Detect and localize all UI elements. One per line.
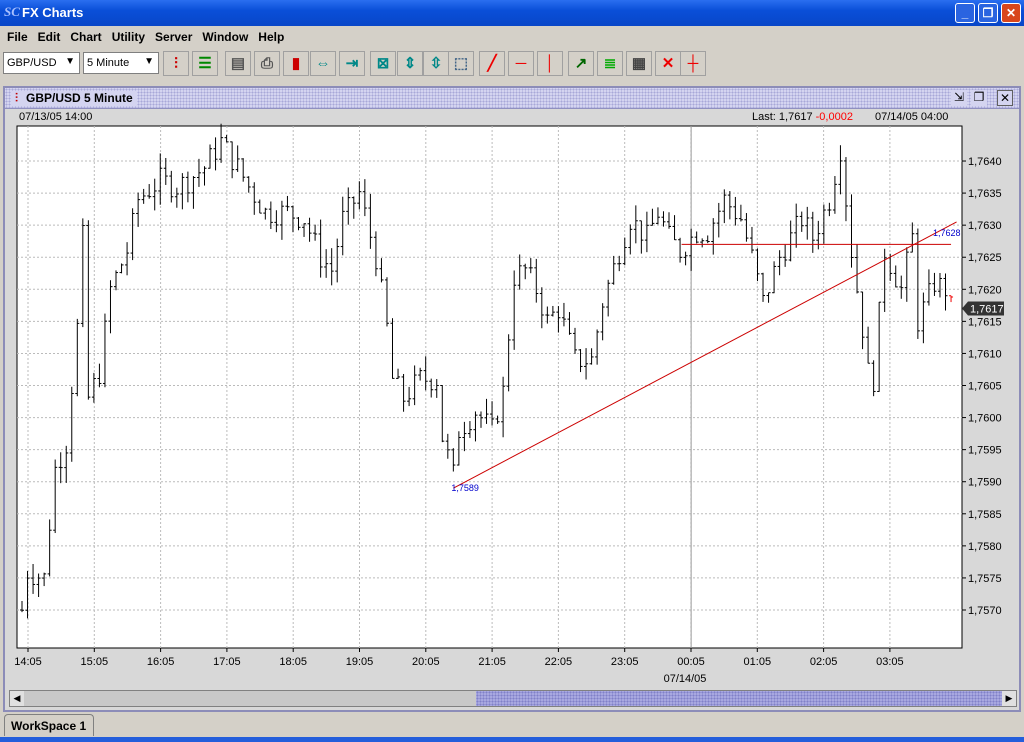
y-tick-label: 1,7615	[968, 316, 1002, 328]
y-tick-label: 1,7595	[968, 445, 1002, 457]
y-tick-label: 1,7580	[968, 541, 1002, 553]
last-price-marker-label: 1,7617	[970, 304, 1004, 316]
trend-start-label: 1,7589	[451, 483, 479, 493]
taskbar	[0, 737, 1024, 742]
y-tick-label: 1,7600	[968, 413, 1002, 425]
x-tick-label: 20:05	[412, 656, 440, 668]
x-tick-label: 15:05	[81, 656, 109, 668]
y-tick-label: 1,7585	[968, 509, 1002, 521]
x-tick-label: 00:05	[677, 656, 705, 668]
y-tick-label: 1,7635	[968, 188, 1002, 200]
x-tick-label: 21:05	[478, 656, 506, 668]
y-tick-label: 1,7605	[968, 381, 1002, 393]
tab-workspace-1[interactable]: WorkSpace 1	[4, 714, 94, 736]
x-tick-label: 14:05	[14, 656, 42, 668]
plot-area	[16, 125, 963, 649]
x-tick-label: 02:05	[810, 656, 838, 668]
y-tick-label: 1,7630	[968, 220, 1002, 232]
x-tick-label: 03:05	[876, 656, 904, 668]
x-tick-label: 18:05	[279, 656, 307, 668]
y-tick-label: 1,7620	[968, 284, 1002, 296]
x-tick-label: 23:05	[611, 656, 639, 668]
y-tick-label: 1,7590	[968, 477, 1002, 489]
y-tick-label: 1,7640	[968, 156, 1002, 168]
x-tick-label: 19:05	[346, 656, 374, 668]
x-tick-label: 17:05	[213, 656, 241, 668]
y-tick-label: 1,7610	[968, 348, 1002, 360]
y-tick-label: 1,7575	[968, 573, 1002, 585]
trend-end-label: 1,7628	[933, 228, 961, 238]
x-tick-label: 01:05	[744, 656, 772, 668]
date-label: 07/14/05	[664, 673, 707, 685]
x-tick-label: 16:05	[147, 656, 175, 668]
x-tick-label: 22:05	[545, 656, 573, 668]
price-chart[interactable]: 1,7570 1,7575 1,7580 1,7585 1,7590 1,7595 1,76…	[0, 0, 1024, 742]
y-tick-label: 1,7570	[968, 605, 1002, 617]
y-tick-label: 1,7625	[968, 252, 1002, 264]
